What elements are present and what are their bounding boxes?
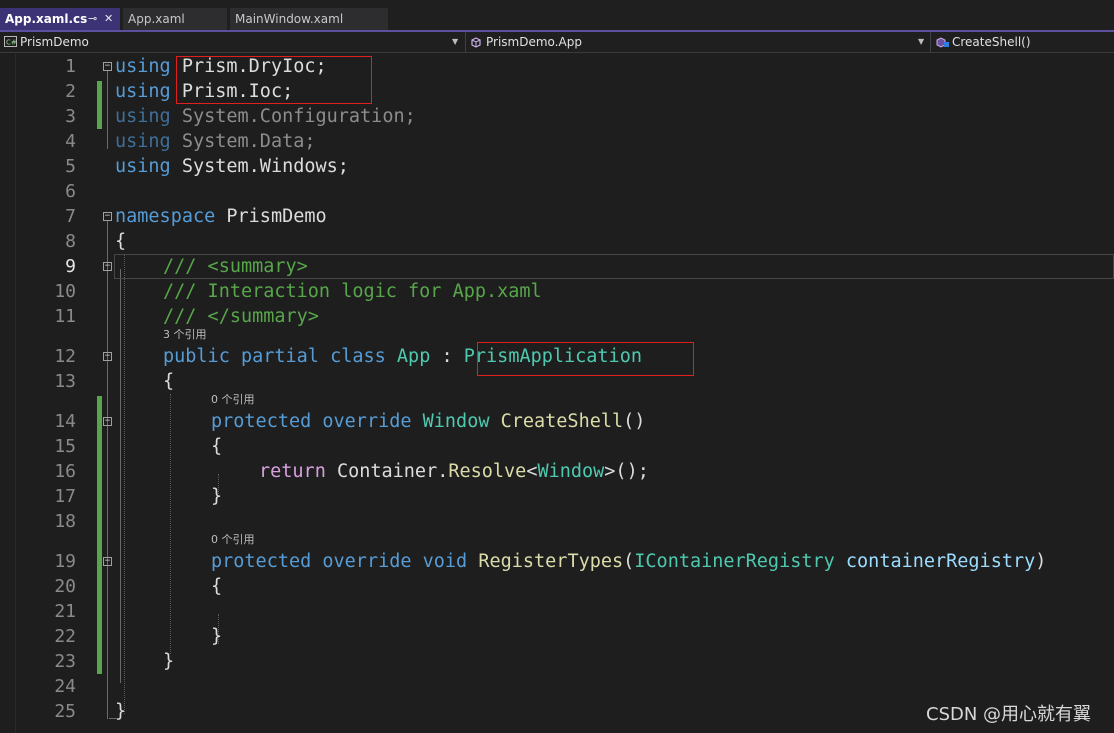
type-dropdown[interactable]: PrismDemo.App ▼ [465, 32, 928, 52]
line-number: 4 [65, 131, 76, 152]
codelens-references[interactable]: 0 个引用 [211, 533, 255, 547]
highlight-box [477, 342, 694, 376]
line-number: 2 [65, 81, 76, 102]
code-line-3: using System.Configuration; [115, 106, 416, 127]
codelens-references[interactable]: 0 个引用 [211, 393, 255, 407]
line-number: 22 [54, 626, 76, 647]
line-number: 21 [54, 601, 76, 622]
watermark: CSDN @用心就有翼 [926, 704, 1092, 725]
code-line-11: /// </summary> [163, 306, 319, 327]
class-icon [471, 37, 481, 48]
code-line-22: } [211, 626, 223, 647]
tab-mainwindow-xaml[interactable]: MainWindow.xaml [230, 8, 388, 30]
line-number: 6 [65, 181, 76, 202]
editor-margin [0, 54, 16, 733]
tab-label: MainWindow.xaml [235, 12, 344, 26]
code-line-9: /// <summary> [163, 256, 308, 277]
fold-toggle[interactable]: − [103, 212, 112, 221]
fold-toggle[interactable]: − [103, 352, 112, 361]
csharp-project-icon: C# [4, 36, 17, 47]
indent-guide [170, 394, 171, 654]
line-number: 16 [54, 461, 76, 482]
code-line-20: { [211, 576, 223, 597]
code-line-15: { [211, 436, 223, 457]
fold-toggle[interactable]: − [103, 62, 112, 71]
fold-toggle[interactable]: − [103, 262, 112, 271]
code-line-19: protected override void RegisterTypes(IC… [211, 551, 1047, 572]
outline-line [120, 269, 121, 683]
code-line-25: } [115, 701, 127, 722]
line-number: 14 [54, 411, 76, 432]
line-number: 7 [65, 206, 76, 227]
line-number: 8 [65, 231, 76, 252]
chevron-down-icon: ▼ [452, 37, 459, 46]
line-number: 19 [54, 551, 76, 572]
member-name: CreateShell() [952, 35, 1031, 49]
line-number: 20 [54, 576, 76, 597]
close-icon[interactable]: ✕ [104, 8, 113, 30]
code-line-4: using System.Data; [115, 131, 316, 152]
document-tab-strip: App.xaml.cs ⊸ ✕ App.xaml MainWindow.xaml [0, 0, 1114, 32]
change-indicator [97, 81, 102, 129]
line-number: 24 [54, 676, 76, 697]
chevron-down-icon: ▼ [918, 37, 925, 46]
change-indicator [97, 396, 102, 674]
code-line-7: namespace PrismDemo [115, 206, 327, 227]
indent-guide [124, 254, 125, 714]
member-dropdown[interactable]: CreateShell() [930, 32, 1114, 52]
tab-label: App.xaml [128, 12, 185, 26]
navigation-bar: C# PrismDemo ▼ PrismDemo.App ▼ CreateShe… [0, 32, 1114, 53]
code-line-16: return Container.Resolve<Window>(); [259, 461, 649, 482]
pin-icon[interactable]: ⊸ [88, 8, 97, 30]
code-line-17: } [211, 486, 223, 507]
fold-toggle[interactable]: − [103, 557, 112, 566]
codelens-references[interactable]: 3 个引用 [163, 328, 207, 342]
tab-app-xaml-cs[interactable]: App.xaml.cs ⊸ ✕ [0, 8, 120, 30]
code-editor[interactable]: 1 2 3 4 5 6 7 8 9 10 11 12 13 14 15 16 1… [0, 54, 1114, 733]
line-number: 23 [54, 651, 76, 672]
code-line-23: } [163, 651, 175, 672]
line-number: 3 [65, 106, 76, 127]
method-icon [936, 37, 949, 48]
line-number: 18 [54, 511, 76, 532]
code-line-8: { [115, 231, 127, 252]
outline-line [107, 221, 108, 719]
code-line-14: protected override Window CreateShell() [211, 411, 646, 432]
line-number: 17 [54, 486, 76, 507]
line-number: 13 [54, 371, 76, 392]
line-number: 12 [54, 346, 76, 367]
svg-text:C#: C# [6, 39, 17, 47]
line-number: 25 [54, 701, 76, 722]
type-name: PrismDemo.App [486, 35, 582, 49]
highlight-box [176, 56, 372, 104]
line-number: 10 [54, 281, 76, 302]
line-number: 5 [65, 156, 76, 177]
outline-line [107, 71, 108, 149]
line-number: 1 [65, 56, 76, 77]
fold-toggle[interactable]: − [103, 417, 112, 426]
tab-label: App.xaml.cs [5, 12, 88, 26]
line-number: 11 [54, 306, 76, 327]
code-line-5: using System.Windows; [115, 156, 349, 177]
project-dropdown[interactable]: C# PrismDemo ▼ [0, 32, 462, 52]
line-number-current: 9 [65, 256, 76, 277]
code-line-13: { [163, 371, 175, 392]
line-number: 15 [54, 436, 76, 457]
code-line-10: /// Interaction logic for App.xaml [163, 281, 542, 302]
tab-app-xaml[interactable]: App.xaml [123, 8, 227, 30]
project-name: PrismDemo [20, 35, 89, 49]
